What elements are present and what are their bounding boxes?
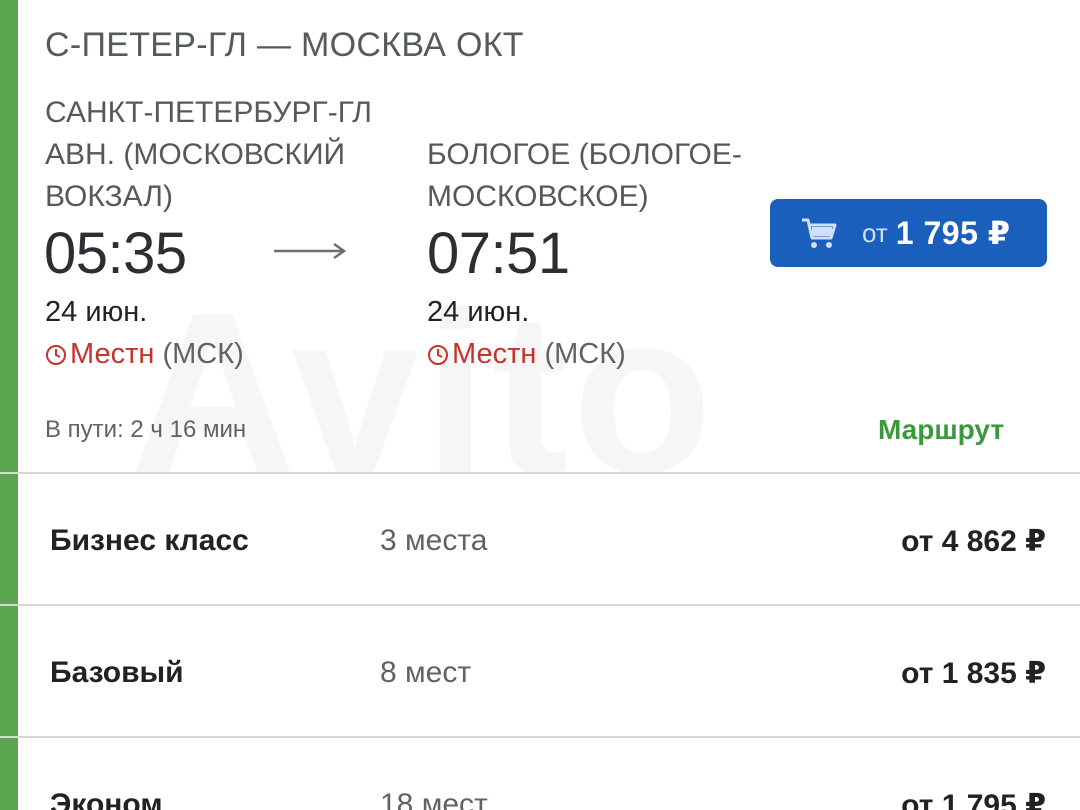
departure-date: 24 июн. — [45, 296, 148, 328]
route-title: С-ПЕТЕР-ГЛ — МОСКВА ОКТ — [45, 26, 524, 64]
class-row-basic[interactable]: Базовый 8 мест от 1 835 ₽ — [18, 606, 1080, 736]
arrival-date: 24 июн. — [427, 296, 530, 328]
local-time-label: Местн — [70, 338, 155, 370]
departure-station: САНКТ-ПЕТЕРБУРГ-ГЛ АВН. (МОСКОВСКИЙ ВОКЗ… — [45, 96, 372, 213]
local-time-label: Местн — [452, 338, 537, 370]
class-name: Эконом — [50, 788, 163, 810]
arrival-station: БОЛОГОЕ (БОЛОГОЕ-МОСКОВСКОЕ) — [427, 138, 742, 213]
cart-icon — [802, 218, 837, 248]
seats-available: 18 мест — [380, 788, 488, 810]
seats-available: 8 мест — [380, 656, 472, 689]
price-from-label: от — [862, 217, 888, 248]
timezone-label: (МСК) — [154, 338, 244, 370]
class-row-economy[interactable]: Эконом 18 мест от 1 795 ₽ — [18, 738, 1080, 810]
class-name: Бизнес класс — [50, 524, 249, 557]
class-name: Базовый — [50, 656, 184, 689]
class-price: от 1 835 ₽ — [901, 657, 1046, 690]
departure-timezone: Местн (МСК) — [45, 338, 244, 371]
class-price: от 1 795 ₽ — [901, 789, 1046, 810]
class-row-business[interactable]: Бизнес класс 3 места от 4 862 ₽ — [18, 474, 1080, 604]
travel-duration: В пути: 2 ч 16 мин — [45, 416, 247, 443]
seats-available: 3 места — [380, 524, 488, 557]
clock-icon — [428, 344, 448, 365]
departure-time: 05:35 — [44, 221, 187, 286]
arrival-timezone: Местн (МСК) — [427, 338, 626, 371]
min-price: 1 795 ₽ — [895, 215, 1011, 251]
arrow-right-icon — [274, 242, 347, 260]
clock-icon — [46, 344, 66, 365]
arrival-time: 07:51 — [427, 221, 570, 286]
timezone-label: (МСК) — [536, 338, 626, 370]
buy-ticket-button[interactable]: от 1 795 ₽ — [770, 199, 1047, 267]
left-accent-bar — [0, 0, 18, 810]
route-link[interactable]: Маршрут — [878, 414, 1004, 446]
class-price: от 4 862 ₽ — [901, 525, 1046, 558]
